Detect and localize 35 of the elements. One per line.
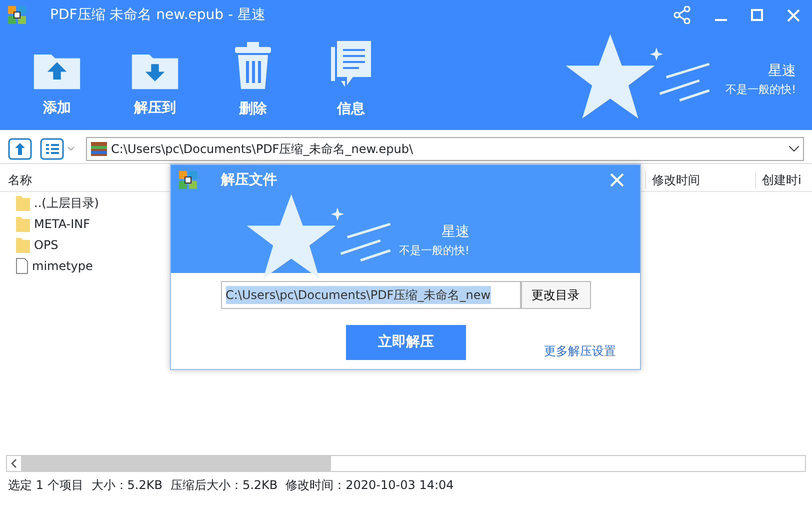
status-text: 大小：5.2KB <box>91 476 162 494</box>
change-directory-button[interactable]: 更改目录 <box>520 281 590 309</box>
folder-icon <box>16 194 30 210</box>
address-bar[interactable]: C:\Users\pc\Documents\PDF压缩_未命名_new.epub\ <box>86 136 804 160</box>
column-header[interactable]: 修改时间 <box>645 170 755 188</box>
more-settings-link[interactable]: 更多解压设置 <box>544 342 616 360</box>
file-name[interactable]: ..(上层目录) <box>34 194 99 212</box>
chevron-down-icon[interactable] <box>789 146 799 152</box>
status-text: 选定 1 个项目 <box>8 476 84 494</box>
brand-slogan: 不是一般的快! <box>399 242 470 259</box>
close-icon[interactable] <box>610 173 624 187</box>
file-name[interactable]: mimetype <box>32 256 93 274</box>
brand-name: 星速 <box>440 222 470 242</box>
archive-icon <box>91 142 107 156</box>
file-name[interactable]: META-INF <box>34 214 90 232</box>
folder-icon <box>16 236 30 252</box>
horizontal-scrollbar[interactable] <box>6 455 806 472</box>
file-name[interactable]: OPS <box>34 236 58 254</box>
status-text: 压缩后大小：5.2KB <box>170 476 278 494</box>
maximize-icon[interactable] <box>751 9 763 21</box>
close-icon[interactable] <box>787 8 800 22</box>
path-field[interactable]: C:\Users\pc\Documents\PDF压缩_未命名_new <box>220 281 520 309</box>
up-folder-icon[interactable] <box>8 138 32 160</box>
share-icon[interactable] <box>673 6 691 24</box>
window-title: PDF压缩 未命名 new.epub - 星速 <box>50 6 266 24</box>
status-text: 修改时间：2020-10-03 14:04 <box>286 476 454 494</box>
dialog-logo-icon <box>179 171 197 189</box>
column-header[interactable]: 创建时i <box>755 170 812 188</box>
file-icon <box>16 258 28 274</box>
app-logo-icon <box>8 6 26 24</box>
dialog-title: 解压文件 <box>221 170 277 190</box>
brand-slogan: 不是一般的快! <box>726 82 796 98</box>
brand-name: 星速 <box>767 62 796 82</box>
scroll-left-icon[interactable] <box>11 459 17 468</box>
folder-icon <box>16 216 30 232</box>
